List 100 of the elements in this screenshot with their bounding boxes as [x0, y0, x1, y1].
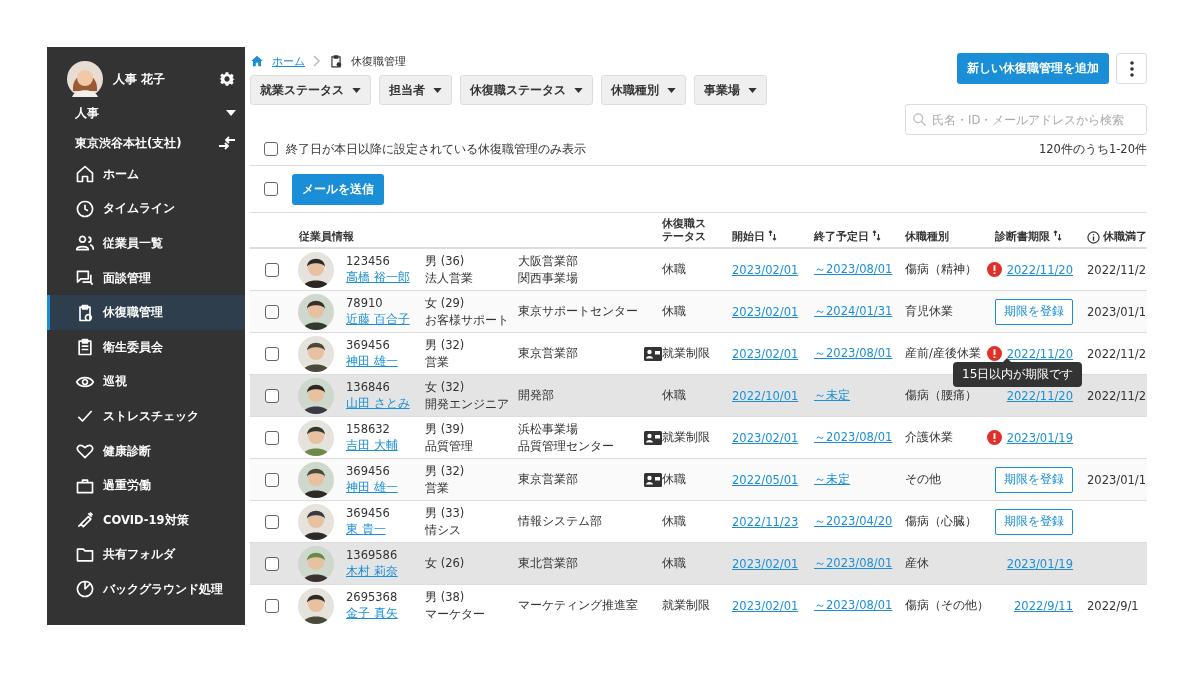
start-date-link[interactable]: 2023/02/01 [732, 346, 799, 361]
employee-name-link[interactable]: 木村 莉奈 [346, 564, 425, 579]
start-date-link[interactable]: 2023/02/01 [732, 262, 799, 277]
status-cell-text: 休職 [662, 387, 687, 404]
register-deadline-button[interactable]: 期限を登録 [995, 466, 1073, 493]
employee-name-link[interactable]: 近藤 百合子 [346, 312, 425, 327]
employee-name-link[interactable]: 吉田 大輔 [346, 438, 425, 453]
status-cell-text: 休職 [662, 303, 687, 320]
checkbox[interactable] [265, 514, 279, 529]
start-date-link[interactable]: 2023/02/01 [732, 430, 799, 445]
register-deadline-button[interactable]: 期限を登録 [995, 298, 1073, 325]
home-icon[interactable] [250, 54, 264, 68]
sort-icon[interactable] [1053, 230, 1062, 242]
end-date-link[interactable]: ～未定 [814, 388, 850, 403]
add-button[interactable]: 新しい休復職管理を追加 [957, 53, 1109, 84]
filter-dropdown[interactable]: 担当者 [379, 75, 452, 105]
checkbox[interactable] [265, 304, 279, 319]
start-date-link[interactable]: 2023/02/01 [732, 304, 799, 319]
employee-name-link[interactable]: 神田 雄一 [346, 480, 425, 495]
table-row[interactable]: 369456 神田 雄一 男 (32) 営業 東京営業部 休職 2022/05/01 ～未定 その他 期限を登録 2023/01/1 [250, 459, 1147, 501]
end-date-link[interactable]: ～2023/08/01 [814, 262, 893, 277]
employee-name-link[interactable]: 高橋 裕一郎 [346, 270, 425, 285]
job-title: 情シス [425, 522, 462, 538]
breadcrumb-link[interactable]: ホーム [272, 53, 305, 69]
checkbox[interactable] [265, 430, 279, 445]
sort-icon[interactable] [768, 230, 777, 242]
expiry-date: 2023/01/1 [1087, 472, 1146, 487]
switch-icon[interactable] [218, 136, 236, 150]
certificate-date-link[interactable]: 2023/01/19 [1006, 430, 1073, 445]
nav-item[interactable]: タイムライン [47, 191, 245, 227]
column-header[interactable]: 開始日 [732, 230, 777, 244]
nav-item[interactable]: 休復職管理 [47, 295, 245, 330]
nav-item[interactable]: 健康診断 [47, 433, 245, 469]
checkbox[interactable] [265, 346, 279, 361]
more-button[interactable] [1116, 53, 1147, 84]
register-deadline-button[interactable]: 期限を登録 [995, 508, 1073, 535]
certificate-date-link[interactable]: 2022/11/20 [1006, 388, 1073, 403]
end-date-link[interactable]: ～2023/08/01 [814, 430, 893, 445]
id-card-icon[interactable] [644, 346, 662, 361]
filter-dropdown[interactable]: 事業場 [694, 75, 767, 105]
checkbox[interactable] [265, 598, 279, 613]
nav-item[interactable]: 衛生委員会 [47, 329, 245, 365]
checkbox[interactable] [264, 182, 278, 196]
nav-item[interactable]: 過重労働 [47, 468, 245, 503]
nav-item[interactable]: 面談管理 [47, 260, 245, 296]
nav-item[interactable]: バックグラウンド処理 [47, 572, 245, 607]
end-date-link[interactable]: ～2024/01/31 [814, 304, 893, 319]
office-label: 東京渋谷本社(支社) [75, 135, 182, 151]
start-date-link[interactable]: 2022/10/01 [732, 388, 799, 403]
filter-dropdown[interactable]: 休職種別 [601, 75, 686, 105]
certificate-date-link[interactable]: 2022/11/20 [1006, 262, 1073, 277]
department: マーケティング推進室 [518, 598, 639, 613]
job-title: 営業 [425, 480, 450, 496]
start-date-link[interactable]: 2023/02/01 [732, 556, 799, 571]
certificate-date-link[interactable]: 2023/01/19 [1006, 556, 1073, 571]
nav-item[interactable]: 共有フォルダ [47, 537, 245, 573]
id-card-icon[interactable] [644, 472, 662, 487]
employee-name-link[interactable]: 東 貴一 [346, 522, 425, 537]
certificate-date-link[interactable]: 2022/11/20 [1006, 346, 1073, 361]
send-mail-button[interactable]: メールを送信 [292, 173, 384, 205]
employee-name-link[interactable]: 金子 真矢 [346, 606, 425, 621]
employee-name-link[interactable]: 神田 雄一 [346, 354, 425, 369]
end-date-link[interactable]: ～2023/08/01 [814, 346, 893, 361]
expiry-date: 2022/11/2 [1087, 346, 1146, 361]
gender-age: 男 (32) [425, 337, 466, 353]
end-date-link[interactable]: ～2023/04/20 [814, 514, 893, 529]
nav-item[interactable]: ホーム [47, 157, 245, 192]
department: 品質管理センター [518, 438, 615, 454]
checkbox[interactable] [265, 262, 279, 277]
column-header[interactable]: 診断書期限 [995, 230, 1062, 244]
end-date-link[interactable]: ～2023/08/01 [814, 598, 893, 613]
table-row[interactable]: 2695368 金子 真矢 男 (38) マーケター マーケティング推進室 就業制限 2023/02/01 ～2023/08/01 傷病（その他） 2022/9/11 2022/9/1 [250, 585, 1147, 625]
checkbox[interactable] [265, 556, 279, 571]
id-card-icon[interactable] [644, 430, 662, 445]
filter-dropdown[interactable]: 就業ステータス [250, 75, 371, 105]
caret-icon[interactable] [226, 110, 236, 116]
end-date-link[interactable]: ～未定 [814, 472, 850, 487]
filter-dropdown[interactable]: 休復職ステータス [460, 75, 593, 105]
nav-item[interactable]: 従業員一覧 [47, 226, 245, 261]
leave-type: 産休 [905, 556, 929, 571]
sort-icon[interactable] [872, 230, 881, 242]
checkbox[interactable] [265, 472, 279, 487]
end-date-link[interactable]: ～2023/08/01 [814, 556, 893, 571]
column-header[interactable]: 終了予定日 [814, 230, 881, 244]
start-date-link[interactable]: 2022/11/23 [732, 514, 799, 529]
nav-item[interactable]: 巡視 [47, 364, 245, 400]
table-row[interactable]: 1369586 木村 莉奈 女 (26) 東北営業部 休職 2023/02/01 ～2023/08/01 産休 2023/01/19 [250, 543, 1147, 585]
nav-item[interactable]: COVID-19対策 [47, 502, 245, 538]
settings-icon[interactable] [219, 71, 235, 87]
nav-icon [75, 164, 95, 185]
gender-age: 女 (26) [425, 556, 466, 571]
checkbox[interactable] [264, 142, 278, 156]
leave-type: 傷病（心臓） [905, 514, 977, 529]
start-date-link[interactable]: 2022/05/01 [732, 472, 799, 487]
start-date-link[interactable]: 2023/02/01 [732, 598, 799, 613]
employee-name-link[interactable]: 山田 さとみ [346, 396, 425, 411]
search-field[interactable]: 氏名・ID・メールアドレスから検索 [905, 104, 1147, 135]
nav-item[interactable]: ストレスチェック [47, 399, 245, 434]
certificate-date-link[interactable]: 2022/9/11 [1014, 598, 1073, 613]
checkbox[interactable] [265, 388, 279, 403]
